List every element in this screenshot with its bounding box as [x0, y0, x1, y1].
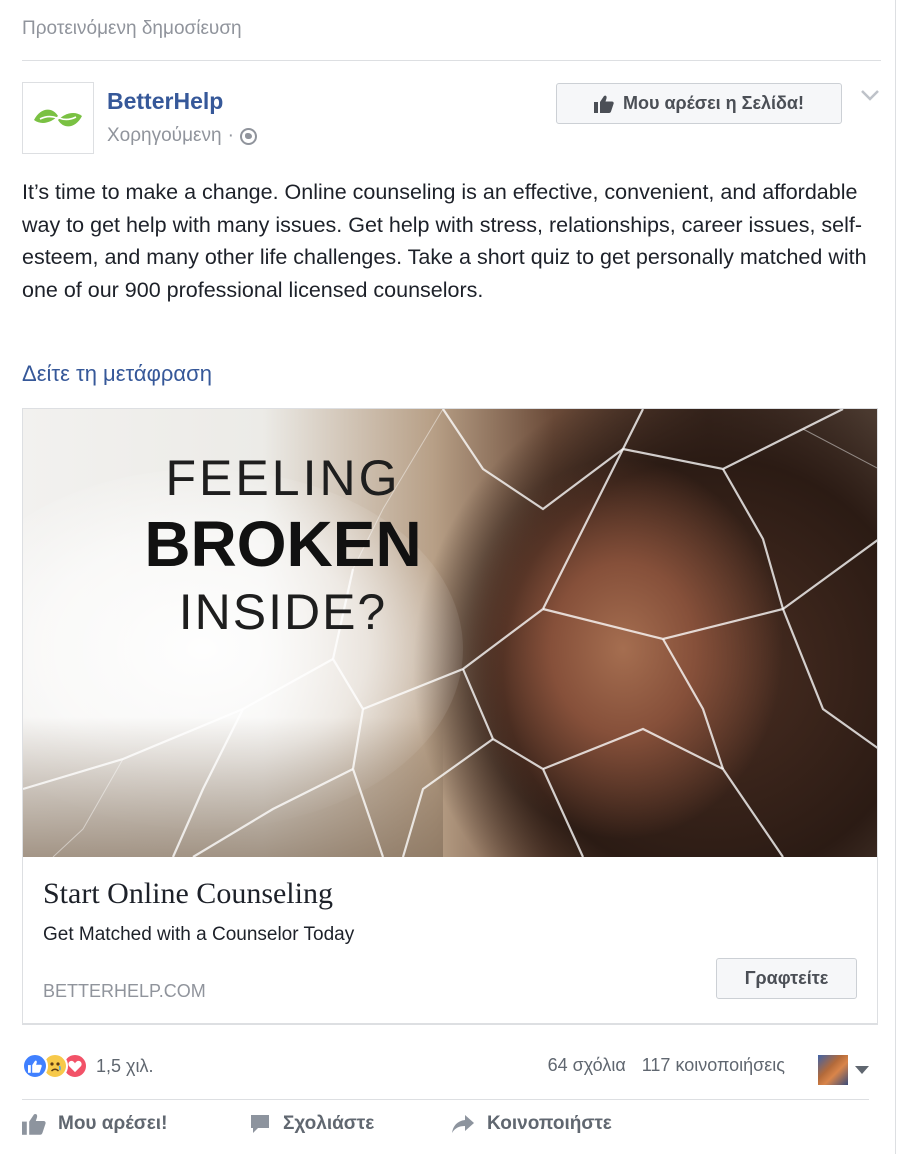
sponsored-label[interactable]: Χορηγούμενη [107, 125, 222, 147]
divider [22, 60, 881, 61]
headline-line-3: INSIDE? [178, 584, 388, 640]
share-arrow-icon [452, 1115, 474, 1133]
post-stats: 64 σχόλια 117 κοινοποιήσεις [548, 1055, 785, 1076]
separator-dot: · [227, 125, 234, 146]
image-headline: FEELING BROKEN INSIDE? [123, 449, 443, 641]
comments-count-link[interactable]: 64 σχόλια [548, 1055, 626, 1076]
comment-action-button[interactable]: Σχολιάστε [249, 1113, 374, 1135]
reaction-count: 1,5 χιλ. [96, 1055, 154, 1076]
like-page-button[interactable]: Μου αρέσει η Σελίδα! [556, 83, 842, 124]
post-options-chevron-icon[interactable] [860, 88, 880, 102]
headline-line-2: BROKEN [144, 508, 422, 580]
ad-image[interactable]: FEELING BROKEN INSIDE? [23, 409, 877, 857]
posting-as-dropdown-icon[interactable] [855, 1066, 869, 1074]
ad-subtitle: Get Matched with a Counselor Today [43, 924, 355, 945]
globe-icon [239, 127, 257, 145]
post-body-text: It’s time to make a change. Online couns… [22, 180, 867, 302]
divider [22, 1099, 869, 1100]
sign-up-button[interactable]: Γραφτείτε [716, 958, 857, 999]
thumbs-up-icon [594, 95, 614, 113]
like-page-label: Μου αρέσει η Σελίδα! [623, 93, 804, 113]
feed-post: Προτεινόμενη δημοσίευση BetterHelp Χορηγ… [0, 0, 896, 1154]
share-action-label: Κοινοποιήστε [487, 1113, 612, 1134]
page-name-link[interactable]: BetterHelp [107, 88, 223, 115]
page-avatar[interactable] [22, 82, 94, 154]
comment-action-label: Σχολιάστε [283, 1113, 375, 1134]
like-action-label: Μου αρέσει! [58, 1113, 168, 1134]
like-action-button[interactable]: Μου αρέσει! [22, 1113, 167, 1135]
headline-line-1: FEELING [165, 450, 401, 506]
share-action-button[interactable]: Κοινοποιήστε [451, 1113, 612, 1135]
ad-title[interactable]: Start Online Counseling [43, 877, 333, 911]
betterhelp-logo-icon [34, 109, 82, 127]
sponsored-line: Χορηγούμενη · [107, 125, 257, 147]
posting-as-avatar[interactable] [818, 1055, 848, 1085]
like-reaction-icon [22, 1053, 48, 1079]
ad-link-card[interactable]: FEELING BROKEN INSIDE? Start Online Coun… [22, 408, 878, 1025]
comment-bubble-icon [251, 1115, 269, 1133]
reactions-summary[interactable]: 1,5 χιλ. [22, 1052, 153, 1080]
thumbs-up-icon [22, 1114, 46, 1135]
suggested-post-label: Προτεινόμενη δημοσίευση [22, 18, 242, 39]
see-translation-link[interactable]: Δείτε τη μετάφραση [22, 361, 212, 387]
ad-domain: BETTERHELP.COM [43, 981, 206, 1001]
shares-count-link[interactable]: 117 κοινοποιήσεις [642, 1055, 785, 1076]
